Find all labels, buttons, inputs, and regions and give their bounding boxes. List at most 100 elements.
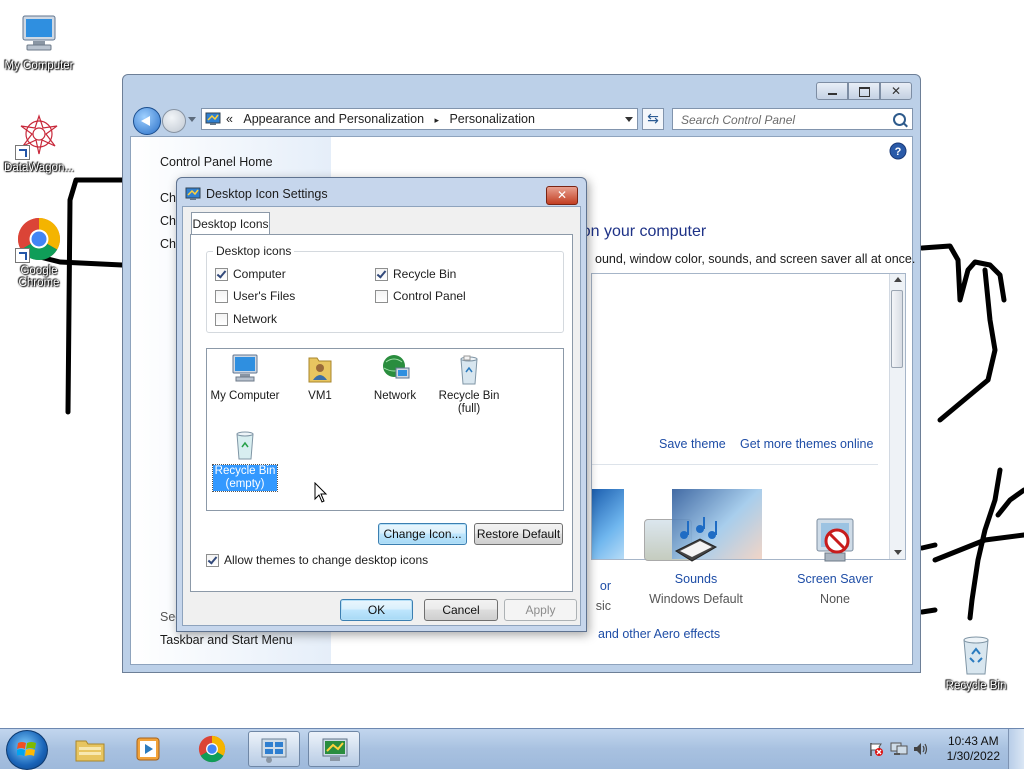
action-center-flag-icon[interactable]: [868, 741, 884, 757]
save-theme-link[interactable]: Save theme: [659, 437, 726, 451]
show-desktop-button[interactable]: [1008, 729, 1024, 769]
control-panel-icon: [261, 738, 287, 763]
checkbox-label: Network: [233, 312, 278, 326]
media-player-icon: [136, 737, 160, 761]
search-input[interactable]: Search Control Panel: [681, 113, 795, 127]
checkbox-users-files-box[interactable]: [215, 289, 228, 303]
apply-button[interactable]: Apply: [504, 599, 577, 621]
desktop-icon-datawagon[interactable]: DataWagon...: [0, 112, 78, 174]
checkbox-computer-box[interactable]: [215, 267, 228, 281]
list-item-label: Recycle Bin (empty): [211, 464, 279, 492]
checkbox-recycle-bin[interactable]: Recycle Bin: [375, 267, 456, 281]
checkbox-network[interactable]: Network: [215, 312, 277, 326]
refresh-icon: ⇆: [647, 110, 659, 126]
list-item-label: VM1: [308, 390, 332, 402]
checkbox-control-panel-box[interactable]: [375, 289, 388, 303]
taskbar-clock[interactable]: 10:43 AM 1/30/2022: [947, 734, 1000, 764]
dialog-body: Desktop Icons Desktop icons Computer Rec…: [182, 206, 581, 626]
system-tray: 10:43 AM 1/30/2022: [854, 729, 1024, 769]
sounds-setting-value: Windows Default: [649, 592, 743, 606]
list-item-label-line: (full): [457, 403, 481, 415]
computer-icon: [228, 352, 262, 386]
search-box[interactable]: Search Control Panel: [672, 108, 913, 130]
shortcut-arrow-icon: [15, 145, 30, 160]
checkbox-users-files[interactable]: User's Files: [215, 289, 295, 303]
checkbox-recycle-bin-box[interactable]: [375, 267, 388, 281]
group-label: Desktop icons: [213, 244, 295, 258]
datawagon-icon: [15, 112, 63, 160]
list-item-recycle-bin-full[interactable]: Recycle Bin (full): [432, 352, 506, 416]
user-folder-icon: [303, 352, 337, 386]
back-button[interactable]: [133, 107, 161, 135]
svg-text:?: ?: [895, 146, 902, 158]
search-icon[interactable]: [893, 113, 906, 126]
restore-default-button[interactable]: Restore Default: [474, 523, 563, 545]
mouse-cursor-icon: [314, 482, 328, 503]
help-icon[interactable]: ?: [889, 142, 907, 160]
screen-saver-icon: [816, 518, 854, 562]
desktop-icons-group: Desktop icons Computer Recycle Bin User'…: [206, 244, 564, 333]
clock-date: 1/30/2022: [946, 749, 1000, 763]
desktop-icon-google-chrome[interactable]: Google Chrome: [0, 215, 78, 289]
taskbar-explorer-button[interactable]: [64, 731, 116, 767]
close-window-button[interactable]: ✕: [880, 82, 912, 100]
cancel-button[interactable]: Cancel: [424, 599, 498, 621]
list-item-recycle-bin-empty[interactable]: Recycle Bin (empty): [208, 427, 282, 492]
checkbox-computer[interactable]: Computer: [215, 267, 286, 281]
tab-desktop-icons[interactable]: Desktop Icons: [191, 212, 270, 235]
list-item-network[interactable]: Network: [358, 352, 432, 403]
ok-button[interactable]: OK: [340, 599, 413, 621]
list-item-label-line: (empty): [225, 478, 265, 490]
control-panel-home-link[interactable]: Control Panel Home: [160, 155, 273, 169]
list-item-label-line: Recycle Bin: [214, 465, 276, 477]
left-link-3[interactable]: Ch: [160, 237, 176, 251]
checkbox-network-box[interactable]: [215, 312, 228, 326]
page-subtitle: ound, window color, sounds, and screen s…: [595, 252, 916, 266]
address-bar[interactable]: « Appearance and Personalization ▸ Perso…: [201, 108, 638, 130]
desktop-icon-my-computer[interactable]: My Computer: [0, 10, 78, 72]
desktop-icon-recycle-bin[interactable]: Recycle Bin: [937, 630, 1015, 692]
allow-themes-checkbox-box[interactable]: [206, 553, 219, 567]
tab-panel: Desktop icons Computer Recycle Bin User'…: [190, 234, 573, 592]
change-icon-button[interactable]: Change Icon...: [378, 523, 467, 545]
breadcrumb-overflow[interactable]: «: [226, 112, 233, 126]
taskbar-control-panel-button[interactable]: [248, 731, 300, 767]
breadcrumb-appearance[interactable]: Appearance and Personalization: [243, 112, 424, 126]
screen-saver-setting[interactable]: Screen Saver None: [780, 515, 890, 606]
volume-icon[interactable]: [912, 741, 930, 757]
address-dropdown-icon[interactable]: [625, 117, 633, 122]
sounds-setting[interactable]: Sounds Windows Default: [641, 515, 751, 606]
left-link-1[interactable]: Ch: [160, 191, 176, 205]
screen-saver-label[interactable]: Screen Saver: [780, 572, 890, 586]
scroll-down-icon[interactable]: [894, 550, 902, 555]
breadcrumb-personalization[interactable]: Personalization: [449, 112, 534, 126]
maximize-button[interactable]: [848, 82, 880, 100]
allow-themes-checkbox[interactable]: Allow themes to change desktop icons: [206, 553, 428, 567]
dialog-close-button[interactable]: ✕: [546, 186, 578, 205]
breadcrumb-separator[interactable]: ▸: [434, 115, 439, 125]
sounds-setting-label[interactable]: Sounds: [641, 572, 751, 586]
scroll-thumb[interactable]: [891, 290, 903, 368]
refresh-button[interactable]: ⇆: [642, 108, 664, 130]
list-item-vm1[interactable]: VM1: [283, 352, 357, 403]
list-item-label-line: Recycle Bin: [438, 390, 500, 402]
taskbar-chrome-button[interactable]: [186, 731, 238, 767]
taskbar-start-menu-link[interactable]: Taskbar and Start Menu: [160, 633, 293, 647]
start-button[interactable]: [6, 730, 48, 770]
forward-button[interactable]: [162, 109, 186, 133]
aero-effects-link[interactable]: and other Aero effects: [598, 627, 720, 641]
list-item-my-computer[interactable]: My Computer: [208, 352, 282, 403]
minimize-button[interactable]: [816, 82, 848, 100]
taskbar-media-player-button[interactable]: [122, 731, 174, 767]
network-tray-icon[interactable]: [890, 741, 908, 757]
desktop-icon-label: Google Chrome: [18, 265, 60, 289]
desktop-icon-label: DataWagon...: [4, 162, 74, 174]
themes-scrollbar[interactable]: [889, 274, 905, 559]
get-more-themes-link[interactable]: Get more themes online: [740, 437, 873, 451]
left-link-2[interactable]: Ch: [160, 214, 176, 228]
scroll-up-icon[interactable]: [894, 277, 902, 282]
taskbar-personalization-button[interactable]: [308, 731, 360, 767]
theme-thumbnail-aero[interactable]: [592, 489, 624, 559]
recent-pages-dropdown[interactable]: [188, 117, 196, 122]
checkbox-control-panel[interactable]: Control Panel: [375, 289, 466, 303]
